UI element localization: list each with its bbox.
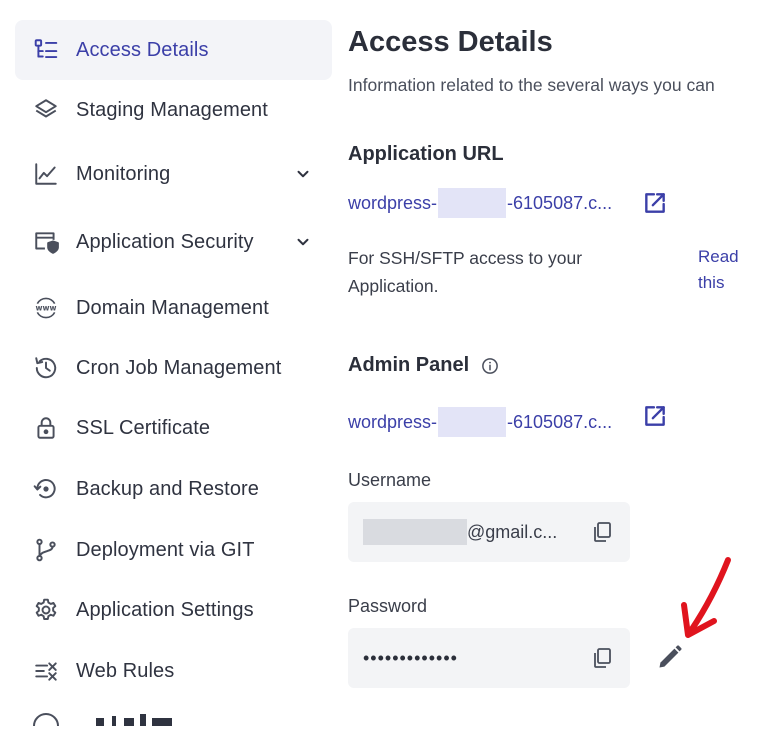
url-prefix: wordpress- bbox=[348, 411, 438, 432]
sidebar-item-label: Staging Management bbox=[76, 98, 268, 121]
external-link-icon[interactable] bbox=[642, 403, 668, 429]
sidebar-item-label: Backup and Restore bbox=[76, 477, 260, 500]
username-label: Username bbox=[348, 470, 432, 490]
url-suffix: -6105087.c... bbox=[507, 411, 613, 432]
gear-icon bbox=[32, 596, 60, 624]
sidebar-item-web-rules[interactable]: Web Rules bbox=[15, 641, 332, 701]
restore-icon bbox=[32, 475, 60, 503]
admin-panel-url-row: wordpress- -6105087.c... bbox=[348, 407, 612, 437]
password-field: ••••••••••••• bbox=[348, 628, 630, 688]
copy-icon[interactable] bbox=[590, 646, 614, 670]
redacted-block bbox=[363, 519, 467, 545]
pencil-edit-icon[interactable] bbox=[656, 643, 684, 671]
sidebar-item-monitoring[interactable]: Monitoring bbox=[15, 144, 332, 204]
sidebar-item-label: Web Rules bbox=[76, 659, 175, 682]
www-globe-icon: www bbox=[32, 294, 60, 322]
sidebar-item-label: Application Security bbox=[76, 230, 254, 253]
ssh-note: For SSH/SFTP access to your Application. bbox=[348, 248, 583, 296]
sidebar-item-label: Access Details bbox=[76, 38, 209, 61]
sidebar-item-label: SSL Certificate bbox=[76, 416, 211, 439]
sidebar-item-application-settings[interactable]: Application Settings bbox=[15, 580, 332, 640]
page-description: Information related to the several ways … bbox=[348, 75, 715, 95]
sidebar-item-access-details[interactable]: Access Details bbox=[15, 20, 332, 80]
redacted-block bbox=[438, 188, 507, 218]
layers-icon bbox=[32, 96, 60, 124]
rules-icon bbox=[32, 657, 60, 685]
username-suffix: @gmail.c... bbox=[467, 521, 558, 542]
application-url-heading: Application URL bbox=[348, 143, 504, 165]
admin-panel-heading: Admin Panel bbox=[348, 354, 499, 377]
sidebar-item-label: Domain Management bbox=[76, 296, 269, 319]
sidebar-item-label: Application Settings bbox=[76, 598, 254, 621]
main-content: Access Details Information related to th… bbox=[348, 0, 773, 724]
application-url-link[interactable]: wordpress- -6105087.c... bbox=[348, 188, 612, 218]
sidebar-item-deployment-via-git[interactable]: Deployment via GIT bbox=[15, 520, 332, 580]
info-icon[interactable] bbox=[481, 357, 499, 375]
application-url-row: wordpress- -6105087.c... bbox=[348, 188, 612, 218]
sidebar-item-backup-and-restore[interactable]: Backup and Restore bbox=[15, 459, 332, 519]
access-details-icon bbox=[32, 36, 60, 64]
sidebar-item-staging-management[interactable]: Staging Management bbox=[15, 80, 332, 140]
svg-text:www: www bbox=[35, 303, 56, 312]
security-shield-icon bbox=[32, 228, 60, 256]
sidebar-item-label: Cron Job Management bbox=[76, 356, 282, 379]
sidebar-item-cron-job-management[interactable]: Cron Job Management bbox=[15, 338, 332, 398]
lock-icon bbox=[32, 414, 60, 442]
password-value: ••••••••••••• bbox=[363, 647, 458, 668]
page-title: Access Details bbox=[348, 26, 553, 58]
sidebar-item-application-security[interactable]: Application Security bbox=[15, 212, 332, 272]
git-branch-icon bbox=[32, 536, 60, 564]
admin-panel-url-link[interactable]: wordpress- -6105087.c... bbox=[348, 407, 612, 437]
username-field: @gmail.c... bbox=[348, 502, 630, 562]
password-label: Password bbox=[348, 596, 428, 616]
read-this-link[interactable]: Read this bbox=[698, 244, 758, 296]
sidebar-item-label: Monitoring bbox=[76, 162, 171, 185]
red-annotation-arrow bbox=[681, 557, 731, 638]
redacted-block bbox=[438, 407, 507, 437]
copy-icon[interactable] bbox=[590, 520, 614, 544]
history-clock-icon bbox=[32, 354, 60, 382]
sidebar-item-label: Deployment via GIT bbox=[76, 538, 255, 561]
admin-panel-heading-text: Admin Panel bbox=[348, 354, 470, 376]
sidebar-item-domain-management[interactable]: www Domain Management bbox=[15, 278, 332, 338]
url-suffix: -6105087.c... bbox=[507, 192, 613, 213]
external-link-icon[interactable] bbox=[642, 190, 668, 216]
username-value: @gmail.c... bbox=[363, 519, 557, 545]
chart-line-icon bbox=[32, 160, 60, 188]
sidebar-item-ssl-certificate[interactable]: SSL Certificate bbox=[15, 398, 332, 458]
url-prefix: wordpress- bbox=[348, 192, 438, 213]
chevron-down-icon[interactable] bbox=[294, 165, 312, 183]
chevron-down-icon[interactable] bbox=[294, 233, 312, 251]
